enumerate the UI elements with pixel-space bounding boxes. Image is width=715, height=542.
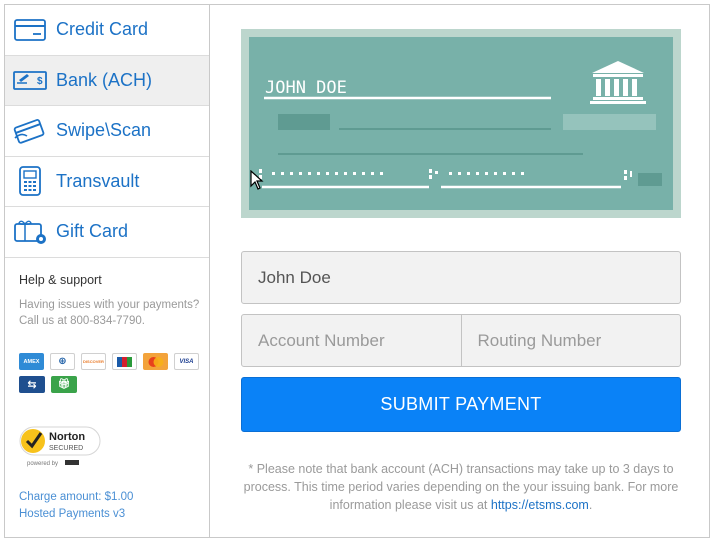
swipe-card-icon	[13, 117, 47, 145]
help-title: Help & support	[19, 273, 102, 287]
visa-logo-icon: VISA	[174, 353, 200, 370]
sidebar-item-label: Bank (ACH)	[56, 69, 153, 90]
sidebar-item-label: Transvault	[56, 170, 140, 191]
sidebar-item-bank-ach[interactable]: $ Bank (ACH)	[5, 55, 209, 106]
ach-disclaimer: * Please note that bank account (ACH) tr…	[241, 460, 681, 514]
ach-disclaimer-text: * Please note that bank account (ACH) tr…	[243, 462, 679, 512]
gift-card-icon	[13, 218, 47, 246]
sidebar-item-label: Credit Card	[56, 19, 149, 40]
check-body: JOHN DOE	[249, 37, 673, 210]
bank-building-icon	[590, 61, 646, 104]
jcb-logo-icon	[112, 353, 138, 370]
version-label: Hosted Payments v3	[19, 508, 126, 520]
account-holder-name-field[interactable]	[241, 251, 681, 304]
account-holder-name-input[interactable]	[242, 252, 680, 303]
diners-logo-icon: ⊕	[49, 353, 75, 370]
account-number-field[interactable]	[242, 315, 461, 366]
main-panel: JOHN DOE John Doe Account Number Routing…	[210, 5, 710, 537]
sidebar-item-transvault[interactable]: Transvault	[5, 157, 209, 207]
charge-amount: Charge amount: $1.00	[19, 491, 134, 503]
footer-info: Charge amount: $1.00 Hosted Payments v3	[19, 489, 133, 523]
norton-powered-text: powered by	[27, 461, 58, 467]
terminal-icon	[13, 166, 47, 197]
norton-secured-text: SECURED	[49, 445, 83, 452]
sidebar-item-label: Swipe\Scan	[56, 120, 152, 141]
sidebar-item-swipe-scan[interactable]: Swipe\Scan	[5, 106, 209, 157]
etsms-link[interactable]: https://etsms.com	[491, 498, 589, 512]
card-logos: AMEX ⊕ DISCOVER VISA ⇆ 🎁︎	[19, 353, 200, 399]
ach-transfer-logo-icon: ⇆	[19, 376, 45, 393]
sidebar: Credit Card $ Bank (ACH) Swipe\Scan Tran…	[5, 5, 210, 537]
ach-disclaimer-suffix: .	[588, 498, 593, 512]
norton-secured-badge: Norton SECURED powered by	[19, 421, 103, 467]
sidebar-item-credit-card[interactable]: Credit Card	[5, 5, 209, 56]
routing-number-input[interactable]	[461, 315, 680, 366]
mastercard-logo-icon	[143, 353, 168, 370]
help-section: Help & support Having issues with your p…	[19, 273, 204, 329]
account-number-input[interactable]	[242, 315, 461, 366]
gift-logo-icon: 🎁︎	[51, 376, 77, 393]
help-text-line2: Call us at 800-834-7790.	[19, 315, 145, 327]
check-icon: $	[13, 66, 47, 94]
help-text-line1: Having issues with your payments?	[19, 299, 200, 311]
submit-payment-button[interactable]: SUBMIT PAYMENT	[241, 377, 681, 432]
check-payee-name: JOHN DOE	[265, 78, 347, 98]
credit-card-icon	[13, 16, 47, 44]
amex-logo-icon: AMEX	[19, 353, 44, 370]
routing-number-field[interactable]	[460, 315, 680, 366]
norton-brand: Norton	[49, 431, 85, 443]
payment-window: Credit Card $ Bank (ACH) Swipe\Scan Tran…	[4, 4, 710, 538]
discover-logo-icon: DISCOVER	[80, 353, 107, 370]
mouse-cursor-icon	[250, 170, 264, 190]
sidebar-item-gift-card[interactable]: Gift Card	[5, 207, 209, 258]
sidebar-item-label: Gift Card	[56, 221, 129, 242]
account-routing-group	[241, 314, 681, 367]
svg-text:$: $	[37, 76, 43, 87]
check-illustration: JOHN DOE	[241, 29, 681, 218]
